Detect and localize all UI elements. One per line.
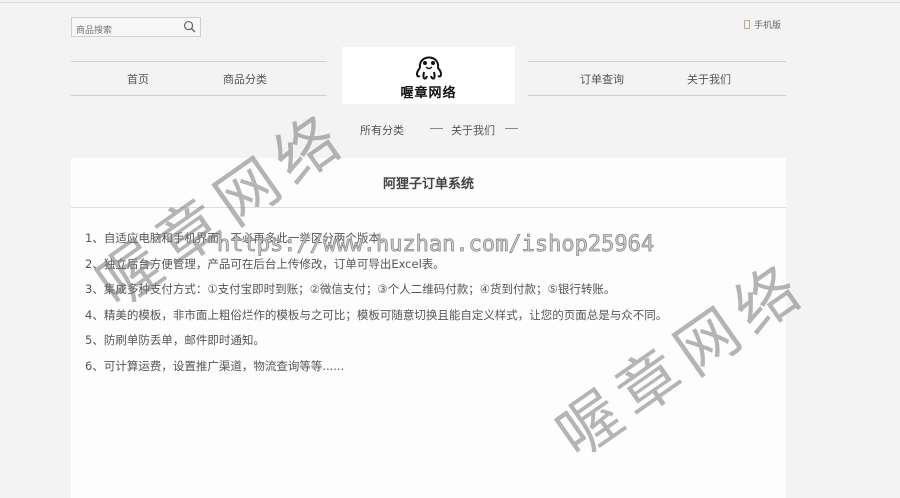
list-item: 3、集成多种支付方式：①支付宝即时到账；②微信支付；③个人二维码付款；④货到付款… — [85, 282, 616, 297]
list-item: 2、独立后台方便管理，产品可在后台上传修改，订单可导出Excel表。 — [85, 256, 445, 271]
logo-text: 喔章网络 — [400, 86, 457, 101]
logo[interactable]: 喔章网络 — [342, 47, 515, 104]
octopus-logo-icon — [415, 56, 442, 80]
subnav-about[interactable]: 关于我们 — [451, 122, 495, 138]
panel-title: 阿狸子订单系统 — [71, 158, 786, 208]
phone-icon — [744, 20, 750, 29]
search-box[interactable] — [71, 17, 201, 40]
list-item: 5、防刷单防丢单，邮件即时通知。 — [85, 333, 265, 348]
content-panel: 阿狸子订单系统 1、自适应电脑和手机界面，不必再多此一举区分两个版本。 2、独立… — [71, 158, 786, 498]
nav-left: 首页 商品分类 — [71, 61, 327, 96]
search-icon[interactable] — [183, 20, 196, 33]
nav-order-query[interactable]: 订单查询 — [580, 71, 624, 87]
mobile-version-link[interactable]: 手机版 — [744, 18, 781, 31]
divider — [505, 128, 518, 129]
top-border — [0, 2, 900, 3]
mobile-version-label: 手机版 — [754, 21, 782, 31]
feature-list: 1、自适应电脑和手机界面，不必再多此一举区分两个版本。 2、独立后台方便管理，产… — [71, 208, 786, 380]
nav-home[interactable]: 首页 — [127, 71, 149, 87]
subnav-all-categories[interactable]: 所有分类 — [360, 122, 404, 138]
list-item: 1、自适应电脑和手机界面，不必再多此一举区分两个版本。 — [85, 231, 392, 245]
list-item: 4、精美的模板，非市面上粗俗烂作的模板与之可比；模板可随意切换且能自定义样式，让… — [85, 307, 668, 322]
nav-about[interactable]: 关于我们 — [687, 71, 731, 87]
divider — [430, 128, 443, 129]
nav-right: 订单查询 关于我们 — [528, 61, 786, 96]
list-item: 6、可计算运费，设置推广渠道，物流查询等等...... — [85, 358, 345, 373]
nav-categories[interactable]: 商品分类 — [223, 71, 267, 87]
search-input[interactable] — [72, 22, 177, 40]
